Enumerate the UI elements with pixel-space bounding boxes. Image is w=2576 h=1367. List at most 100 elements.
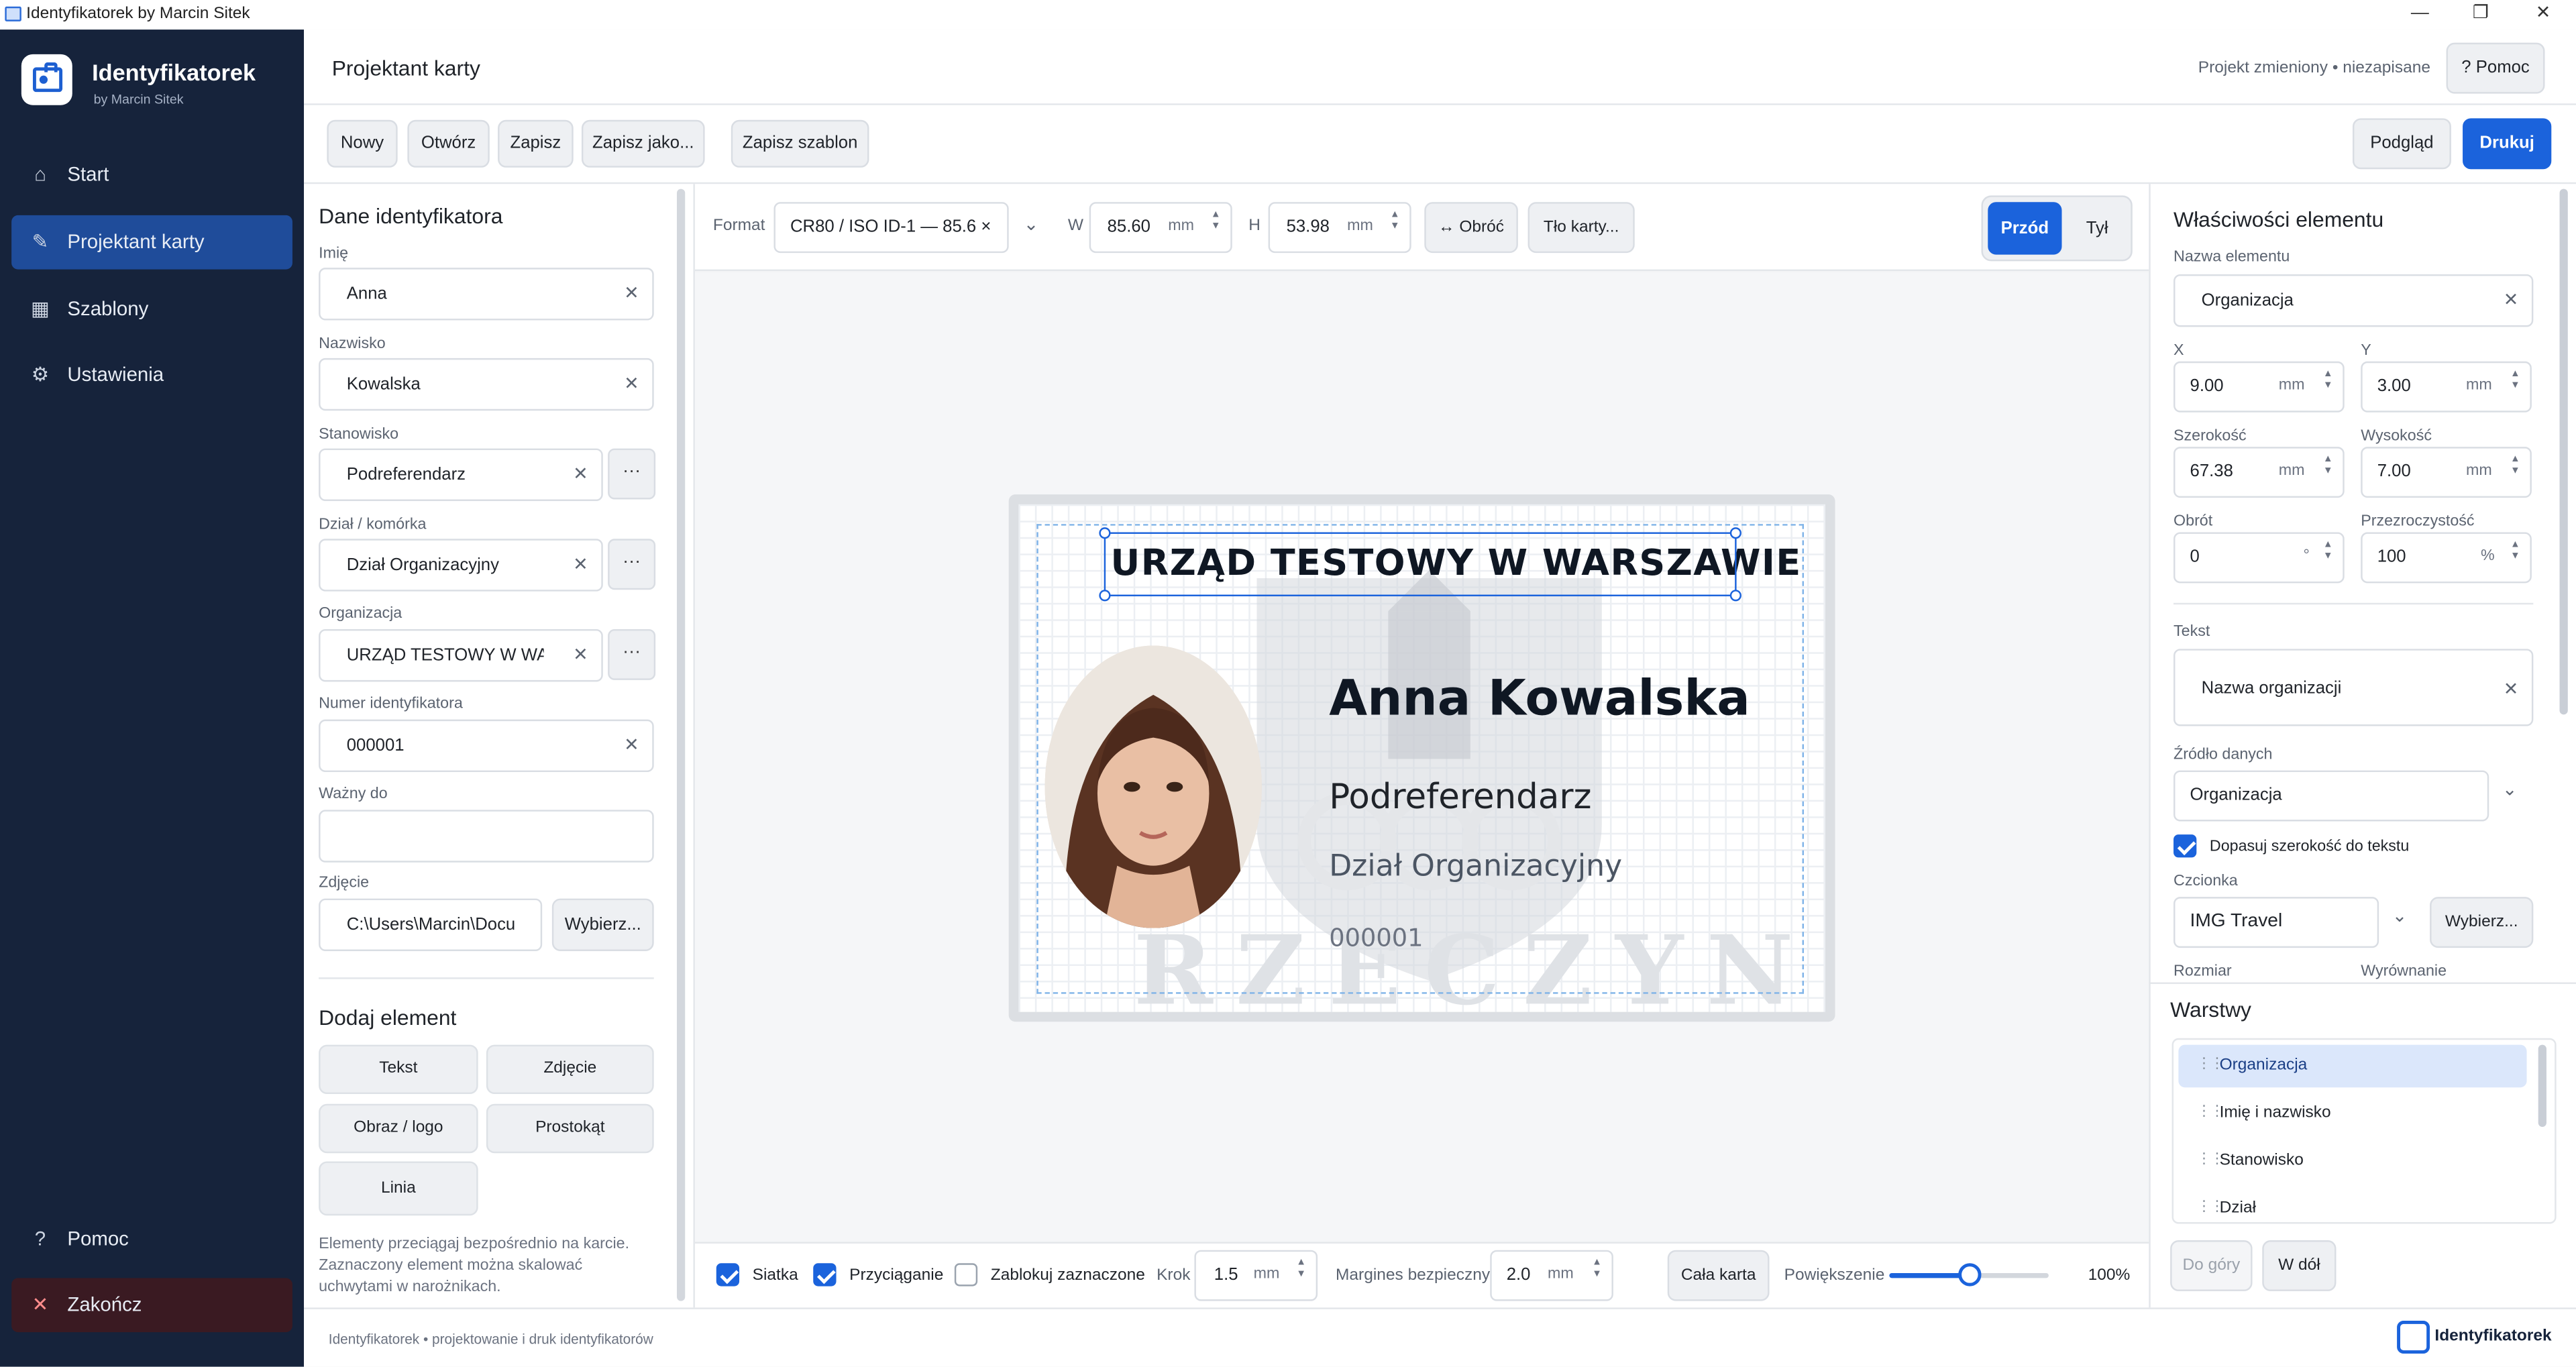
stepper-icon[interactable]: ▲ ▼: [2510, 541, 2520, 563]
front-side-button[interactable]: Przód: [1988, 202, 2062, 255]
card-position-text[interactable]: Podreferendarz: [1329, 777, 1591, 816]
save-template-button[interactable]: Zapisz szablon: [731, 119, 869, 168]
stepper-icon[interactable]: ▲ ▼: [1390, 210, 1400, 233]
department-more-button[interactable]: ···: [608, 539, 656, 590]
stepper-icon[interactable]: ▲ ▼: [2510, 455, 2520, 478]
zoom-slider-thumb[interactable]: [1957, 1263, 1981, 1287]
stepper-icon[interactable]: ▲ ▼: [2323, 541, 2333, 563]
add-line-button[interactable]: Linia: [319, 1161, 478, 1216]
chevron-down-icon[interactable]: ⌄: [2392, 905, 2408, 926]
properties-scrollbar[interactable]: [2559, 188, 2568, 715]
resize-handle[interactable]: [1729, 590, 1741, 602]
preview-button[interactable]: Podgląd: [2352, 118, 2451, 170]
card-department-text[interactable]: Dział Organizacyjny: [1329, 849, 1622, 883]
sidebar-item-card-designer[interactable]: ✎ Projektant karty: [11, 215, 292, 270]
height-input[interactable]: 7.00 mm ▲ ▼: [2361, 447, 2532, 498]
resize-handle[interactable]: [1099, 527, 1111, 539]
sidebar-item-start[interactable]: ⌂ Start: [11, 148, 292, 202]
open-button[interactable]: Otwórz: [407, 119, 490, 168]
choose-font-button[interactable]: Wybierz...: [2430, 897, 2534, 948]
add-text-button[interactable]: Tekst: [319, 1044, 478, 1095]
help-button[interactable]: ? Pomoc: [2446, 42, 2545, 94]
card-number-text[interactable]: 000001: [1329, 923, 1423, 952]
font-select[interactable]: IMG Travel: [2174, 897, 2379, 948]
minimize-icon[interactable]: —: [2389, 0, 2451, 30]
lock-selected-checkbox[interactable]: [954, 1263, 978, 1287]
snap-checkbox[interactable]: [813, 1263, 837, 1287]
clear-icon[interactable]: ✕: [2504, 289, 2519, 310]
rotation-input[interactable]: 0 ° ▲ ▼: [2174, 532, 2345, 584]
opacity-input[interactable]: 100 % ▲ ▼: [2361, 532, 2532, 584]
step-input[interactable]: 1.5 mm ▲ ▼: [1194, 1250, 1318, 1301]
sidebar-item-settings[interactable]: ⚙ Ustawienia: [11, 348, 292, 402]
x-input[interactable]: 9.00 mm ▲ ▼: [2174, 361, 2345, 413]
choose-photo-button[interactable]: Wybierz...: [551, 898, 654, 951]
save-button[interactable]: Zapisz: [498, 119, 574, 168]
close-icon[interactable]: ✕: [2512, 0, 2575, 30]
fit-card-button[interactable]: Cała karta: [1667, 1250, 1770, 1301]
last-name-field[interactable]: Kowalska ✕: [319, 358, 654, 411]
clear-icon[interactable]: ✕: [573, 644, 588, 665]
photo-path-field[interactable]: C:\Users\Marcin\Docu: [319, 898, 543, 951]
clear-icon[interactable]: ✕: [624, 734, 639, 755]
sidebar-item-help[interactable]: ? Pomoc: [11, 1212, 292, 1266]
back-side-button[interactable]: Tył: [2068, 202, 2126, 254]
card-width-input[interactable]: 85.60 mm ▲ ▼: [1089, 202, 1232, 254]
clear-icon[interactable]: ✕: [624, 282, 639, 304]
fit-width-checkbox[interactable]: [2174, 834, 2197, 858]
data-source-select[interactable]: Organizacja: [2174, 770, 2489, 822]
valid-until-field[interactable]: [319, 810, 654, 863]
add-photo-button[interactable]: Zdjęcie: [486, 1044, 654, 1095]
text-field[interactable]: Nazwa organizacji ✕: [2174, 649, 2534, 726]
card-background-button[interactable]: Tło karty...: [1527, 202, 1635, 254]
card-name-text[interactable]: Anna Kowalska: [1329, 670, 1750, 728]
move-up-button[interactable]: Do góry: [2170, 1240, 2253, 1291]
left-scrollbar[interactable]: [676, 188, 686, 1301]
photo-element[interactable]: [1044, 645, 1262, 928]
stepper-icon[interactable]: ▲ ▼: [2510, 370, 2520, 392]
stepper-icon[interactable]: ▲ ▼: [1592, 1258, 1602, 1281]
chevron-down-icon[interactable]: ⌄: [1024, 213, 1039, 235]
add-image-button[interactable]: Obraz / logo: [319, 1103, 478, 1154]
save-as-button[interactable]: Zapisz jako...: [581, 119, 705, 168]
resize-handle[interactable]: [1729, 527, 1741, 539]
department-field[interactable]: Dział Organizacyjny ✕: [319, 539, 603, 592]
layer-item[interactable]: ⋮⋮ Organizacja: [2178, 1044, 2527, 1088]
width-input[interactable]: 67.38 mm ▲ ▼: [2174, 447, 2345, 498]
element-name-field[interactable]: Organizacja ✕: [2174, 274, 2534, 327]
position-field[interactable]: Podreferendarz ✕: [319, 448, 603, 501]
sidebar-item-templates[interactable]: ▦ Szablony: [11, 282, 292, 337]
chevron-down-icon[interactable]: ⌄: [2502, 779, 2518, 800]
layers-scrollbar[interactable]: [2538, 1044, 2546, 1128]
organization-more-button[interactable]: ···: [608, 628, 656, 680]
clear-icon[interactable]: ✕: [2504, 678, 2519, 700]
restore-icon[interactable]: ❐: [2449, 0, 2512, 30]
position-more-button[interactable]: ···: [608, 448, 656, 500]
layer-item[interactable]: ⋮⋮ Dział: [2178, 1188, 2526, 1222]
move-down-button[interactable]: W dół: [2262, 1240, 2337, 1291]
new-button[interactable]: Nowy: [327, 119, 398, 168]
print-button[interactable]: Drukuj: [2463, 118, 2552, 170]
format-select[interactable]: CR80 / ISO ID-1 — 85.6 × 5: [773, 202, 1009, 254]
id-number-field[interactable]: 000001 ✕: [319, 719, 654, 773]
clear-icon[interactable]: ✕: [573, 463, 588, 484]
safe-margin-input[interactable]: 2.0 mm ▲ ▼: [1490, 1250, 1613, 1301]
first-name-field[interactable]: Anna ✕: [319, 268, 654, 321]
layer-item[interactable]: ⋮⋮ Imię i nazwisko: [2178, 1093, 2526, 1136]
y-input[interactable]: 3.00 mm ▲ ▼: [2361, 361, 2532, 413]
organization-field[interactable]: URZĄD TESTOWY W WAR ✕: [319, 628, 603, 682]
resize-handle[interactable]: [1099, 590, 1111, 602]
layer-item[interactable]: ⋮⋮ Stanowisko: [2178, 1140, 2526, 1183]
card-height-input[interactable]: 53.98 mm ▲ ▼: [1268, 202, 1411, 254]
clear-icon[interactable]: ✕: [624, 373, 639, 394]
stepper-icon[interactable]: ▲ ▼: [2323, 455, 2333, 478]
zoom-slider[interactable]: [1889, 1263, 2049, 1287]
add-rectangle-button[interactable]: Prostokąt: [486, 1103, 654, 1154]
stepper-icon[interactable]: ▲ ▼: [1211, 210, 1221, 233]
rotate-button[interactable]: ↔ Obróć: [1424, 202, 1518, 254]
quit-button[interactable]: ✕ Zakończ: [11, 1278, 292, 1333]
stepper-icon[interactable]: ▲ ▼: [1296, 1258, 1306, 1281]
id-card[interactable]: RZECZYN URZĄD TESTOWY W WARSZAWIE Anna K…: [1008, 494, 1835, 1022]
stepper-icon[interactable]: ▲ ▼: [2323, 370, 2333, 392]
clear-icon[interactable]: ✕: [573, 553, 588, 575]
